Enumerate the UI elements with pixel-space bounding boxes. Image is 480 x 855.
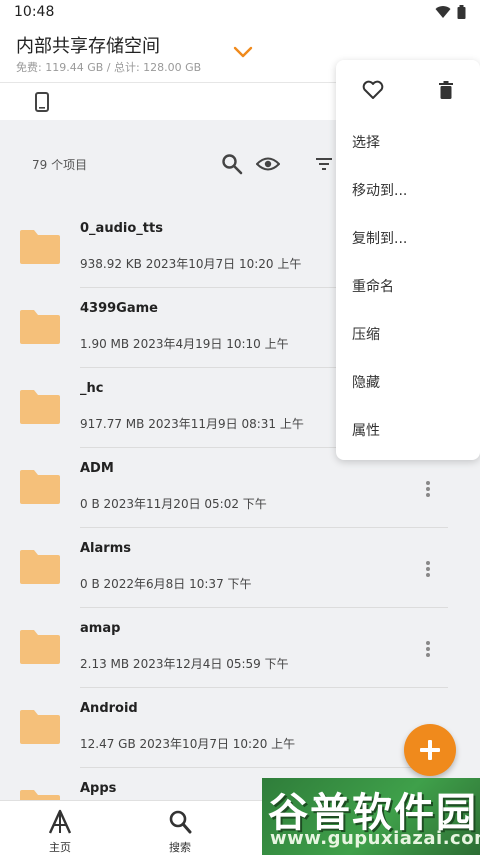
file-meta: 12.47 GB 2023年10月7日 10:20 上午 (80, 737, 296, 751)
phone-icon (35, 92, 49, 112)
menu-item-properties[interactable]: 属性 (352, 420, 380, 440)
context-menu: 选择 移动到... 复制到... 重命名 压缩 隐藏 属性 (336, 60, 480, 460)
menu-quick-actions (336, 60, 480, 122)
more-vert-icon (426, 641, 430, 657)
file-name: Apps (80, 781, 117, 796)
nav-search-label: 搜索 (169, 841, 191, 854)
menu-item-copy[interactable]: 复制到... (352, 228, 407, 248)
file-name: Android (80, 701, 138, 716)
list-item[interactable]: Alarms 0 B 2022年6月8日 10:37 下午 (0, 528, 480, 608)
storage-title: 内部共享存储空间 (16, 36, 160, 57)
nav-search[interactable]: 搜索 (150, 807, 210, 854)
file-meta: 917.77 MB 2023年11月9日 08:31 上午 (80, 417, 304, 431)
file-name: 4399Game (80, 301, 158, 316)
wifi-icon (435, 6, 451, 19)
file-meta: 0 B 2023年11月20日 05:02 下午 (80, 497, 267, 511)
watermark-logo: 谷普软件园 www.gupuxiazai.com (262, 778, 480, 855)
list-item[interactable]: amap 2.13 MB 2023年12月4日 05:59 下午 (0, 608, 480, 688)
device-root-button[interactable] (34, 92, 50, 116)
search-icon (169, 810, 192, 834)
add-button[interactable] (404, 724, 456, 776)
status-time: 10:48 (14, 4, 55, 20)
file-meta: 1.90 MB 2023年4月19日 10:10 上午 (80, 337, 289, 351)
home-icon (48, 809, 72, 834)
folder-icon (20, 470, 60, 504)
filter-icon (316, 158, 332, 170)
menu-item-rename[interactable]: 重命名 (352, 276, 394, 296)
battery-icon (457, 5, 466, 19)
more-vert-icon (426, 561, 430, 577)
file-name: 0_audio_tts (80, 221, 163, 236)
delete-button[interactable] (438, 81, 454, 103)
trash-icon (439, 81, 453, 99)
file-name: _hc (80, 381, 104, 396)
eye-icon (256, 157, 280, 171)
storage-dropdown-button[interactable] (228, 40, 258, 64)
watermark-url: www.gupuxiazai.com (270, 828, 480, 849)
file-name: ADM (80, 461, 114, 476)
menu-item-compress[interactable]: 压缩 (352, 324, 380, 344)
storage-usage: 免费: 119.44 GB / 总计: 128.00 GB (16, 61, 202, 74)
nav-home[interactable]: 主页 (30, 807, 90, 854)
heart-icon (362, 80, 384, 99)
plus-icon (420, 740, 440, 760)
menu-item-select[interactable]: 选择 (352, 132, 380, 152)
file-meta: 0 B 2022年6月8日 10:37 下午 (80, 577, 252, 591)
search-button[interactable] (220, 152, 244, 176)
item-more-button[interactable] (416, 554, 440, 584)
folder-icon (20, 310, 60, 344)
menu-item-hide[interactable]: 隐藏 (352, 372, 380, 392)
file-name: Alarms (80, 541, 131, 556)
file-meta: 2.13 MB 2023年12月4日 05:59 下午 (80, 657, 289, 671)
toggle-hidden-button[interactable] (256, 152, 280, 176)
status-bar: 10:48 (0, 0, 480, 26)
menu-item-move[interactable]: 移动到... (352, 180, 407, 200)
file-meta: 938.92 KB 2023年10月7日 10:20 上午 (80, 257, 302, 271)
folder-icon (20, 630, 60, 664)
sort-filter-button[interactable] (312, 152, 336, 176)
item-more-button[interactable] (416, 634, 440, 664)
folder-icon (20, 550, 60, 584)
file-name: amap (80, 621, 121, 636)
nav-home-label: 主页 (49, 841, 71, 854)
item-count: 79 个项目 (32, 158, 88, 172)
folder-icon (20, 390, 60, 424)
item-more-button[interactable] (416, 474, 440, 504)
more-vert-icon (426, 481, 430, 497)
list-item[interactable]: ADM 0 B 2023年11月20日 05:02 下午 (0, 448, 480, 528)
search-icon (222, 154, 243, 175)
status-icons (435, 5, 466, 19)
chevron-down-icon (233, 46, 253, 58)
favorite-button[interactable] (362, 80, 384, 104)
folder-icon (20, 710, 60, 744)
folder-icon (20, 230, 60, 264)
